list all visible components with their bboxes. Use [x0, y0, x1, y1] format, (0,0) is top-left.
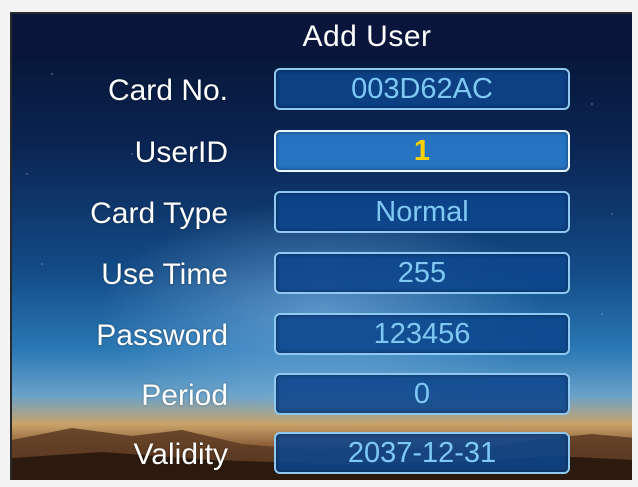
title-bar: Add User: [12, 14, 632, 60]
use-time-field[interactable]: 255: [274, 252, 570, 294]
validity-field[interactable]: 2037-12-31: [274, 432, 570, 474]
password-field[interactable]: 123456: [274, 313, 570, 355]
form-row-user-id: UserID 1: [12, 128, 632, 178]
device-screen: Add User Card No. 003D62AC UserID 1 Card…: [10, 12, 632, 480]
card-no-field[interactable]: 003D62AC: [274, 68, 570, 110]
user-id-field[interactable]: 1: [274, 130, 570, 172]
form-row-password: Password 123456: [12, 311, 632, 361]
user-id-label: UserID: [134, 136, 228, 169]
password-label: Password: [96, 319, 228, 352]
form-row-card-type: Card Type Normal: [12, 189, 632, 239]
form-row-validity: Validity 2037-12-31: [12, 430, 632, 480]
form-row-use-time: Use Time 255: [12, 250, 632, 300]
page-title: Add User: [302, 20, 432, 53]
period-label: Period: [141, 379, 228, 412]
card-no-label: Card No.: [107, 74, 228, 107]
validity-label: Validity: [133, 438, 228, 471]
form-row-period: Period 0: [12, 371, 632, 421]
use-time-label: Use Time: [101, 258, 228, 291]
form-row-card-no: Card No. 003D62AC: [12, 66, 632, 116]
card-type-field[interactable]: Normal: [274, 191, 570, 233]
period-field[interactable]: 0: [274, 373, 570, 415]
card-type-label: Card Type: [90, 197, 228, 230]
